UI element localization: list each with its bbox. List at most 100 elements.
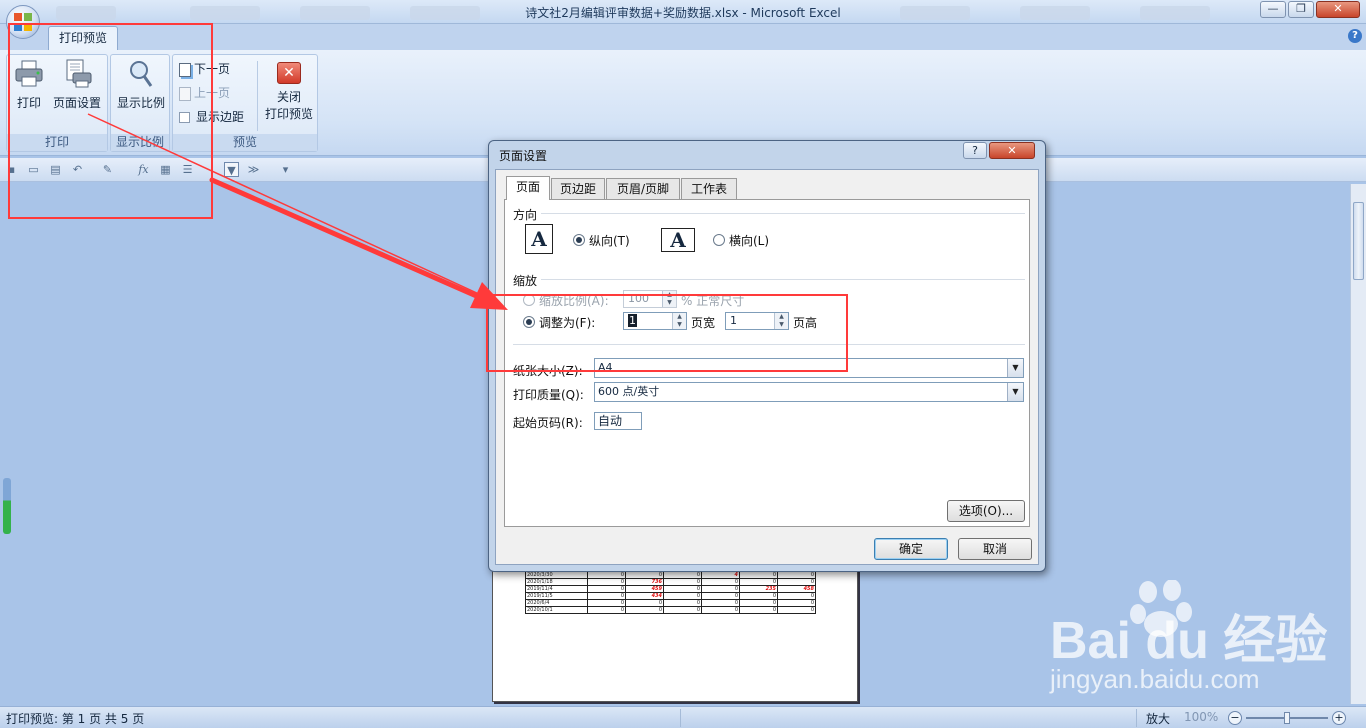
preview-table-cell: 0 <box>625 606 664 614</box>
print-quality-label: 打印质量(Q): <box>513 388 584 402</box>
preview-table-cell: 0 <box>777 606 816 614</box>
maximize-button[interactable]: ❐ <box>1288 1 1314 18</box>
cancel-button[interactable]: 取消 <box>958 538 1032 560</box>
preview-table-cell: 0 <box>587 599 626 607</box>
status-separator <box>680 709 681 727</box>
preview-table-cell: 0 <box>777 592 816 600</box>
orientation-section-label: 方向 <box>513 208 538 222</box>
close-preview-label-2: 打印预览 <box>264 107 313 121</box>
preview-table-cell: 0 <box>701 606 740 614</box>
ok-button[interactable]: 确定 <box>874 538 948 560</box>
portrait-icon: A <box>525 224 553 254</box>
tab-sheet[interactable]: 工作表 <box>681 178 737 199</box>
preview-table-cell: 2020/10/1 <box>525 606 588 614</box>
preview-table-cell: 4 <box>701 571 740 579</box>
preview-table-cell: 2019/11/5 <box>525 592 588 600</box>
preview-table: 2020/3/30 0 0 0 4 0 0 2020/1/18 0 736 0 0 0 0 2019/11/… <box>525 571 816 614</box>
close-window-button[interactable]: ✕ <box>1316 1 1360 18</box>
preview-table-cell: 0 <box>739 592 778 600</box>
status-bar: 打印预览: 第 1 页 共 5 页 放大 100% − + <box>0 706 1366 728</box>
level-indicator <box>3 478 11 534</box>
preview-table-cell: 0 <box>739 606 778 614</box>
watermark-url: jingyan.baidu.com <box>1050 664 1260 694</box>
close-preview-icon: ✕ <box>277 62 301 84</box>
portrait-radio[interactable] <box>573 234 585 246</box>
options-button[interactable]: 选项(O)... <box>947 500 1025 522</box>
preview-table-cell: 2020/1/18 <box>525 578 588 586</box>
preview-table-cell: 0 <box>663 592 702 600</box>
zoom-slider-thumb[interactable] <box>1284 712 1290 724</box>
preview-table-row: 2020/3/30 0 0 0 4 0 0 <box>525 571 816 579</box>
close-preview-label-1: 关闭 <box>276 90 301 104</box>
preview-table-cell: 0 <box>701 592 740 600</box>
preview-table-cell: 0 <box>587 571 626 579</box>
preview-table-cell: 0 <box>739 599 778 607</box>
preview-table-cell: 0 <box>777 578 816 586</box>
preview-table-cell: 0 <box>663 606 702 614</box>
close-print-preview-button[interactable]: ✕ 关闭 打印预览 <box>261 59 317 122</box>
scrollbar-thumb[interactable] <box>1353 202 1364 280</box>
preview-table-cell: 235 <box>739 585 778 593</box>
zoom-plus-icon[interactable]: + <box>1332 711 1346 725</box>
zoom-in-label[interactable]: 放大 <box>1146 710 1170 727</box>
dropdown-arrow-icon[interactable]: ▼ <box>1007 359 1023 377</box>
help-icon[interactable]: ? <box>1348 29 1362 43</box>
minimize-button[interactable]: — <box>1260 1 1286 18</box>
preview-table-cell: 0 <box>701 578 740 586</box>
dialog-close-button[interactable]: ✕ <box>989 142 1035 159</box>
preview-table-cell: 0 <box>625 599 664 607</box>
preview-table-cell: 0 <box>663 578 702 586</box>
title-bar: 诗文社2月编辑评审数据+奖励数据.xlsx - Microsoft Excel … <box>0 0 1366 24</box>
print-quality-select[interactable]: 600 点/英寸 ▼ <box>594 382 1024 402</box>
tab-page[interactable]: 页面 <box>506 176 550 200</box>
landscape-radio[interactable] <box>713 234 725 246</box>
preview-table-row: 2020/1/18 0 736 0 0 0 0 <box>525 578 816 586</box>
annotation-box-ribbon <box>8 23 213 219</box>
first-page-number-label: 起始页码(R): <box>513 416 583 430</box>
preview-table-cell: 2019/11/4 <box>525 585 588 593</box>
preview-table-cell: 0 <box>663 585 702 593</box>
window-title: 诗文社2月编辑评审数据+奖励数据.xlsx - Microsoft Excel <box>525 6 841 20</box>
dialog-help-button[interactable]: ? <box>963 142 987 159</box>
preview-table-cell: 2020/6/4 <box>525 599 588 607</box>
preview-table-row: 2019/11/4 0 459 0 0 235 458 <box>525 585 816 593</box>
preview-table-cell: 736 <box>625 578 664 586</box>
zoom-minus-icon[interactable]: − <box>1228 711 1242 725</box>
dropdown-arrow-icon[interactable]: ▼ <box>1007 383 1023 401</box>
preview-table-cell: 0 <box>777 599 816 607</box>
section-divider <box>541 213 1025 214</box>
landscape-label[interactable]: 横向(L) <box>729 232 769 249</box>
preview-table-cell: 0 <box>701 585 740 593</box>
tab-header-footer[interactable]: 页眉/页脚 <box>606 178 680 199</box>
landscape-icon: A <box>661 228 695 252</box>
status-page-info: 打印预览: 第 1 页 共 5 页 <box>6 712 145 726</box>
first-page-number-input[interactable]: 自动 <box>594 412 642 430</box>
watermark-text: Bai du 经验 <box>1050 612 1328 670</box>
annotation-box-scaling <box>486 294 848 372</box>
preview-table-cell: 0 <box>587 592 626 600</box>
print-quality-value: 600 点/英寸 <box>598 385 660 398</box>
preview-table-cell: 0 <box>587 578 626 586</box>
preview-table-cell: 0 <box>663 571 702 579</box>
portrait-label[interactable]: 纵向(T) <box>589 232 630 249</box>
preview-table-cell: 0 <box>777 571 816 579</box>
section-divider <box>541 279 1025 280</box>
tab-margins[interactable]: 页边距 <box>551 178 605 199</box>
group-separator <box>257 61 258 131</box>
preview-table-row: 2020/6/4 0 0 0 0 0 0 <box>525 599 816 607</box>
preview-table-cell: 0 <box>739 578 778 586</box>
customize-dropdown-icon[interactable]: ▾ <box>278 162 293 177</box>
vertical-scrollbar[interactable] <box>1350 184 1366 704</box>
preview-page: 2020/3/30 0 0 0 4 0 0 2020/1/18 0 736 0 0 0 0 2019/11/… <box>492 560 858 702</box>
preview-table-row: 2020/10/1 0 0 0 0 0 0 <box>525 606 816 614</box>
preview-table-cell: 0 <box>701 599 740 607</box>
scaling-section-label: 缩放 <box>513 274 538 288</box>
preview-table-cell: 0 <box>625 571 664 579</box>
status-separator <box>1136 709 1137 727</box>
group-icon[interactable]: ≫ <box>246 162 261 177</box>
preview-table-cell: 0 <box>587 606 626 614</box>
preview-table-cell: 434 <box>625 592 664 600</box>
preview-table-cell: 0 <box>587 585 626 593</box>
preview-table-cell: 459 <box>625 585 664 593</box>
filter-icon[interactable]: ▼ <box>224 162 239 177</box>
